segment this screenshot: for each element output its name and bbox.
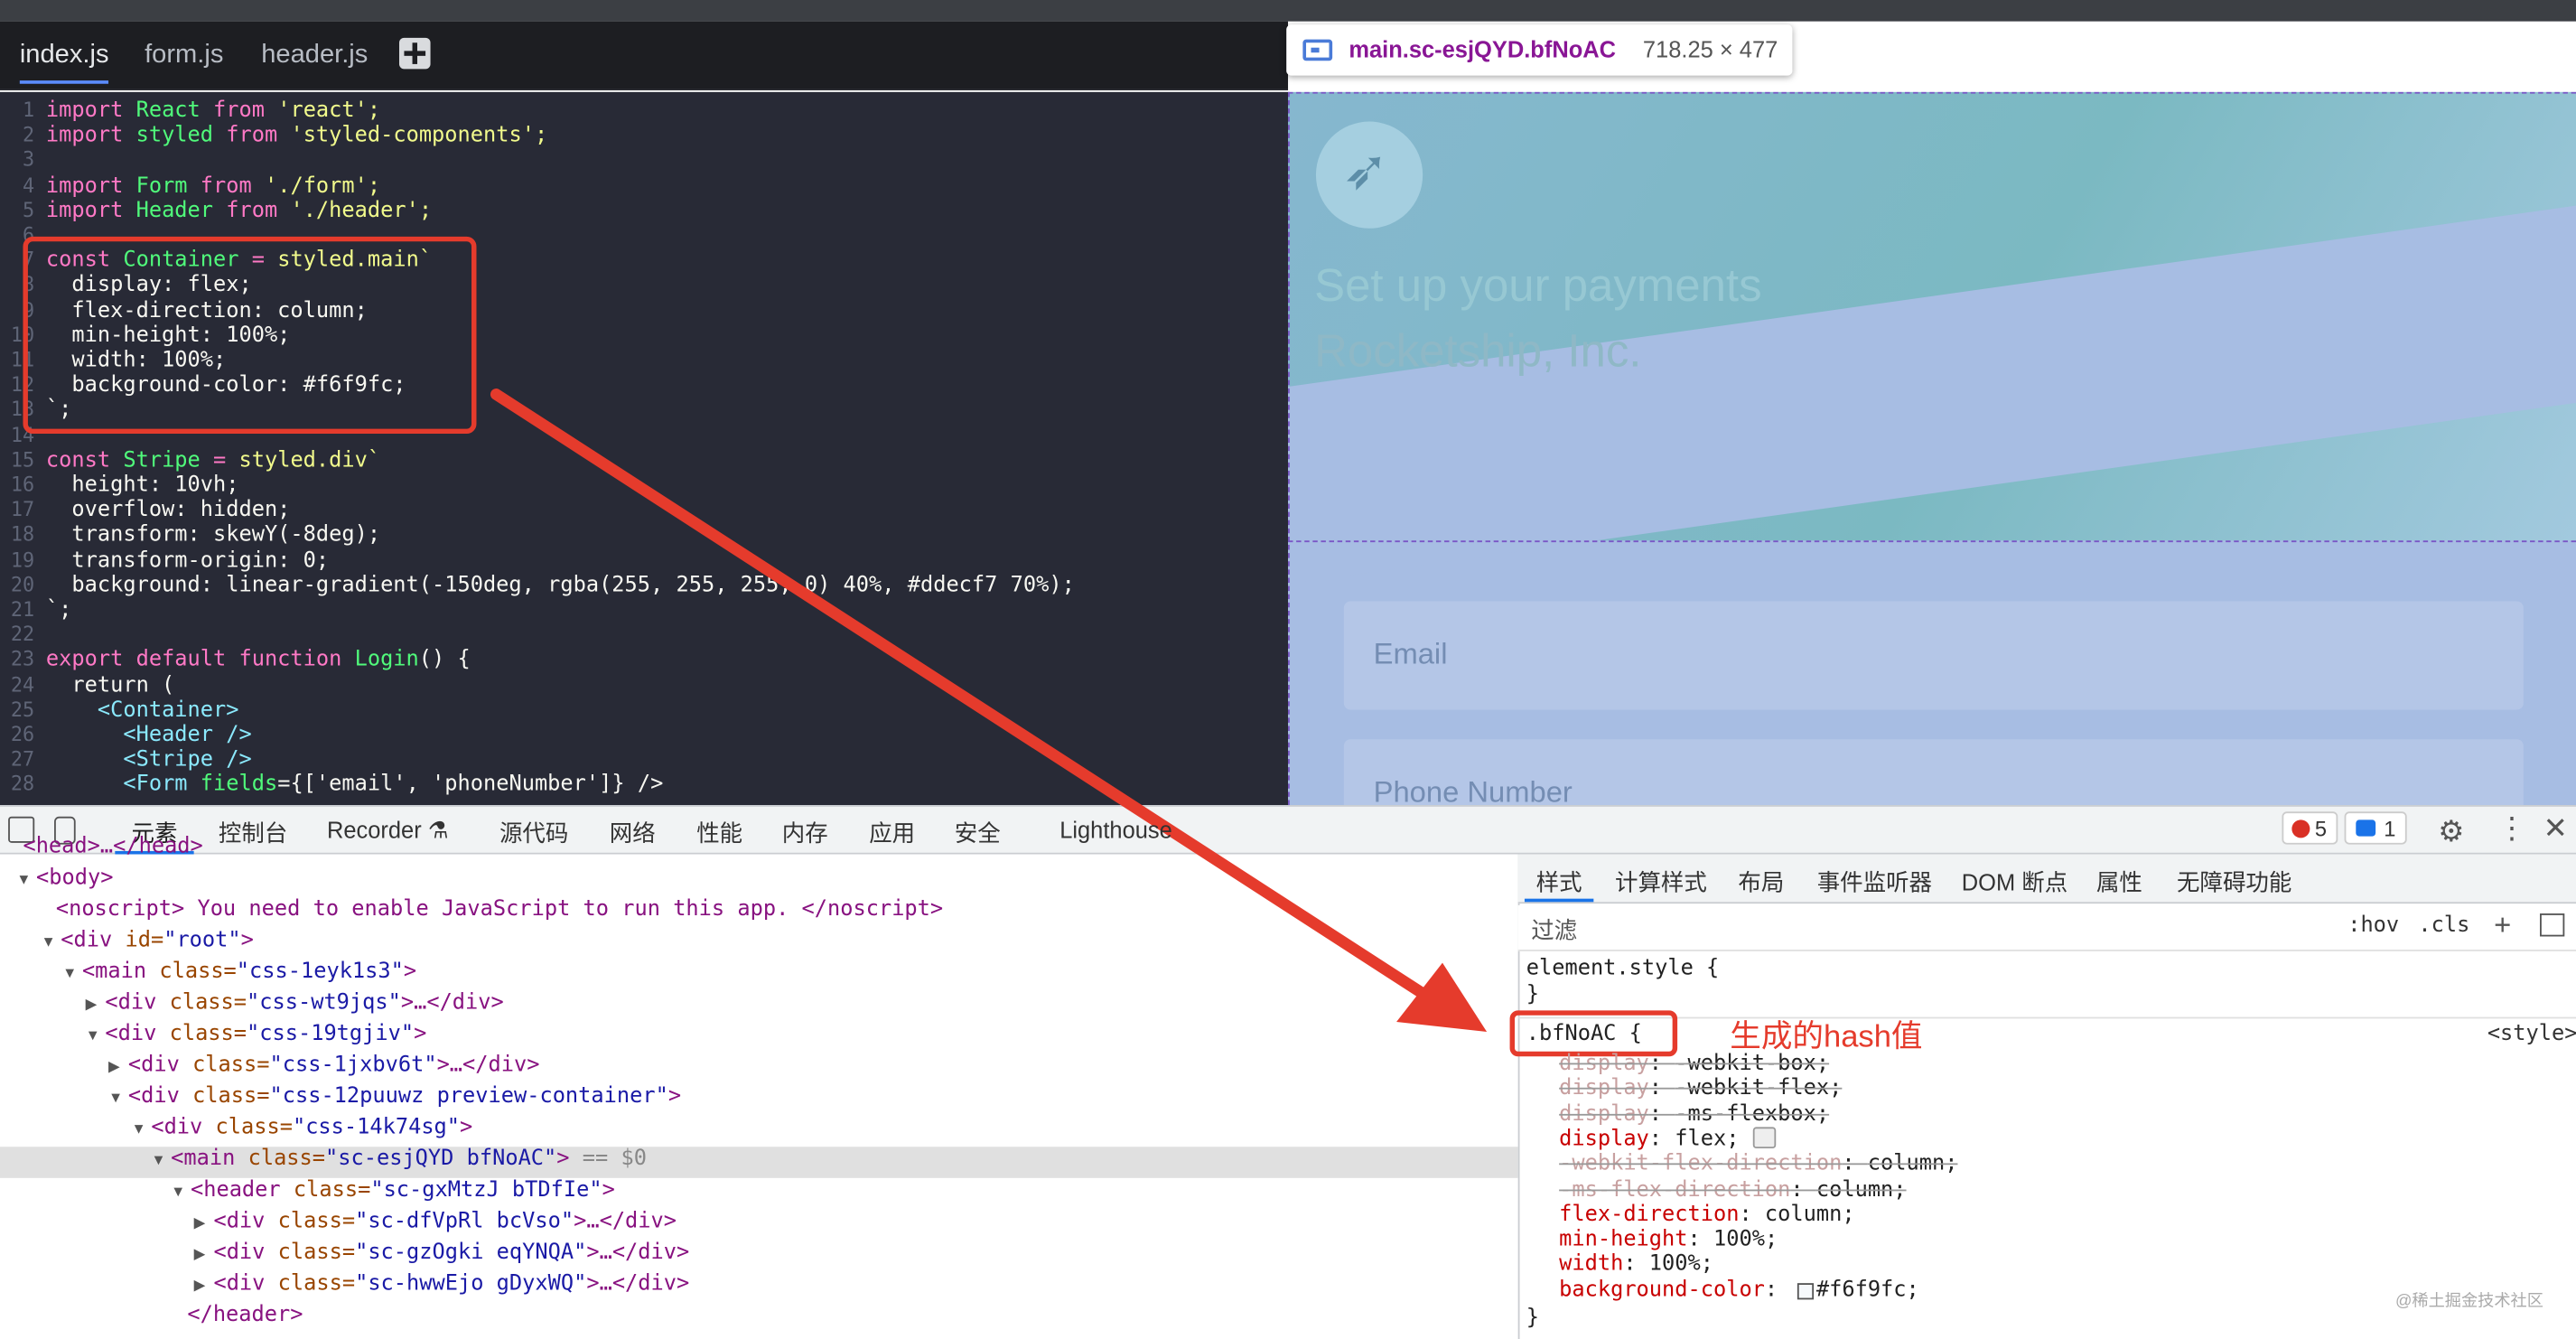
dom-node[interactable]: <head>…</head>: [23, 835, 202, 859]
css-property[interactable]: background-color: #f6f9fc;: [1559, 1278, 1919, 1302]
devtools-tab[interactable]: 内存: [782, 817, 828, 849]
collapse-triangle-icon[interactable]: ▼: [16, 871, 31, 887]
css-property[interactable]: width: 100%;: [1559, 1252, 1713, 1277]
dom-node[interactable]: <div class="css-19tgjiv">: [105, 1022, 426, 1046]
dom-node[interactable]: <header class="sc-gxMtzJ bTDfIe">: [191, 1178, 615, 1203]
dom-node[interactable]: <div id="root">: [61, 928, 254, 952]
dom-node[interactable]: <div class="css-12puuwz preview-containe…: [128, 1084, 681, 1109]
styles-tab[interactable]: 无障碍功能: [2177, 866, 2291, 898]
dom-node[interactable]: <div class="sc-gzOgki eqYNQA">…</div>: [213, 1241, 689, 1265]
devtools-tab[interactable]: 性能: [696, 817, 742, 849]
css-property[interactable]: display: -webkit-box;: [1559, 1052, 1829, 1076]
devtools-tab[interactable]: 网络: [610, 817, 656, 849]
collapse-triangle-icon[interactable]: ▼: [86, 1027, 100, 1044]
css-property[interactable]: display: flex;: [1559, 1127, 1739, 1151]
devtools-tab[interactable]: 应用: [869, 817, 915, 849]
devtools-tab[interactable]: Lighthouse: [1059, 817, 1172, 843]
expand-triangle-icon[interactable]: ▶: [108, 1058, 120, 1076]
expand-triangle-icon[interactable]: ▶: [194, 1245, 206, 1263]
collapse-triangle-icon[interactable]: ▼: [108, 1090, 123, 1106]
dom-node[interactable]: <div class="css-14k74sg">: [151, 1116, 472, 1140]
devtools-tab[interactable]: Recorder ⚗: [327, 817, 449, 845]
collapse-triangle-icon[interactable]: ▼: [41, 933, 55, 950]
dom-node[interactable]: <main class="css-1eyk1s3">: [82, 960, 416, 984]
devtools-tab[interactable]: 源代码: [499, 817, 568, 849]
dom-node[interactable]: <div class="css-wt9jqs">…</div>: [105, 990, 503, 1015]
dom-node[interactable]: <body>: [36, 866, 113, 890]
css-property[interactable]: display: -ms-flexbox;: [1559, 1101, 1829, 1126]
styles-tab[interactable]: 布局: [1738, 866, 1784, 898]
devtools-tab[interactable]: 控制台: [219, 817, 287, 849]
dom-node[interactable]: <main class="sc-esjQYD bfNoAC"> == $0: [171, 1147, 647, 1171]
expand-triangle-icon[interactable]: ▶: [194, 1277, 206, 1295]
dom-node[interactable]: <div class="sc-hwwEjo gDyxWQ">…</div>: [213, 1271, 689, 1296]
styles-tab[interactable]: 事件监听器: [1817, 866, 1932, 898]
css-property[interactable]: -webkit-flex-direction: column;: [1559, 1152, 1957, 1176]
dom-node[interactable]: <div class="sc-dfVpRl bcVso">…</div>: [213, 1209, 677, 1233]
dom-node[interactable]: <div class="css-1jxbv6t">…</div>: [128, 1053, 540, 1078]
css-property[interactable]: min-height: 100%;: [1559, 1228, 1778, 1252]
collapse-triangle-icon[interactable]: ▼: [151, 1152, 165, 1168]
expand-triangle-icon[interactable]: ▶: [86, 996, 98, 1014]
css-property[interactable]: display: -webkit-flex;: [1559, 1077, 1842, 1101]
devtools-tab[interactable]: 安全: [955, 817, 1001, 849]
collapse-triangle-icon[interactable]: ▼: [62, 964, 77, 980]
styles-tab[interactable]: 样式: [1536, 866, 1582, 898]
collapse-triangle-icon[interactable]: ▼: [132, 1120, 146, 1137]
dom-node[interactable]: <noscript> You need to enable JavaScript…: [56, 897, 943, 922]
expand-triangle-icon[interactable]: ▶: [194, 1214, 206, 1232]
collapse-triangle-icon[interactable]: ▼: [171, 1183, 185, 1199]
dom-node[interactable]: </header>: [187, 1303, 303, 1327]
styles-tab[interactable]: 计算样式: [1615, 866, 1707, 898]
styles-tab[interactable]: DOM 断点: [1962, 866, 2067, 898]
styles-tab[interactable]: 属性: [2096, 866, 2142, 898]
css-property[interactable]: -ms-flex-direction: column;: [1559, 1177, 1906, 1202]
css-property[interactable]: flex-direction: column;: [1559, 1203, 1854, 1227]
